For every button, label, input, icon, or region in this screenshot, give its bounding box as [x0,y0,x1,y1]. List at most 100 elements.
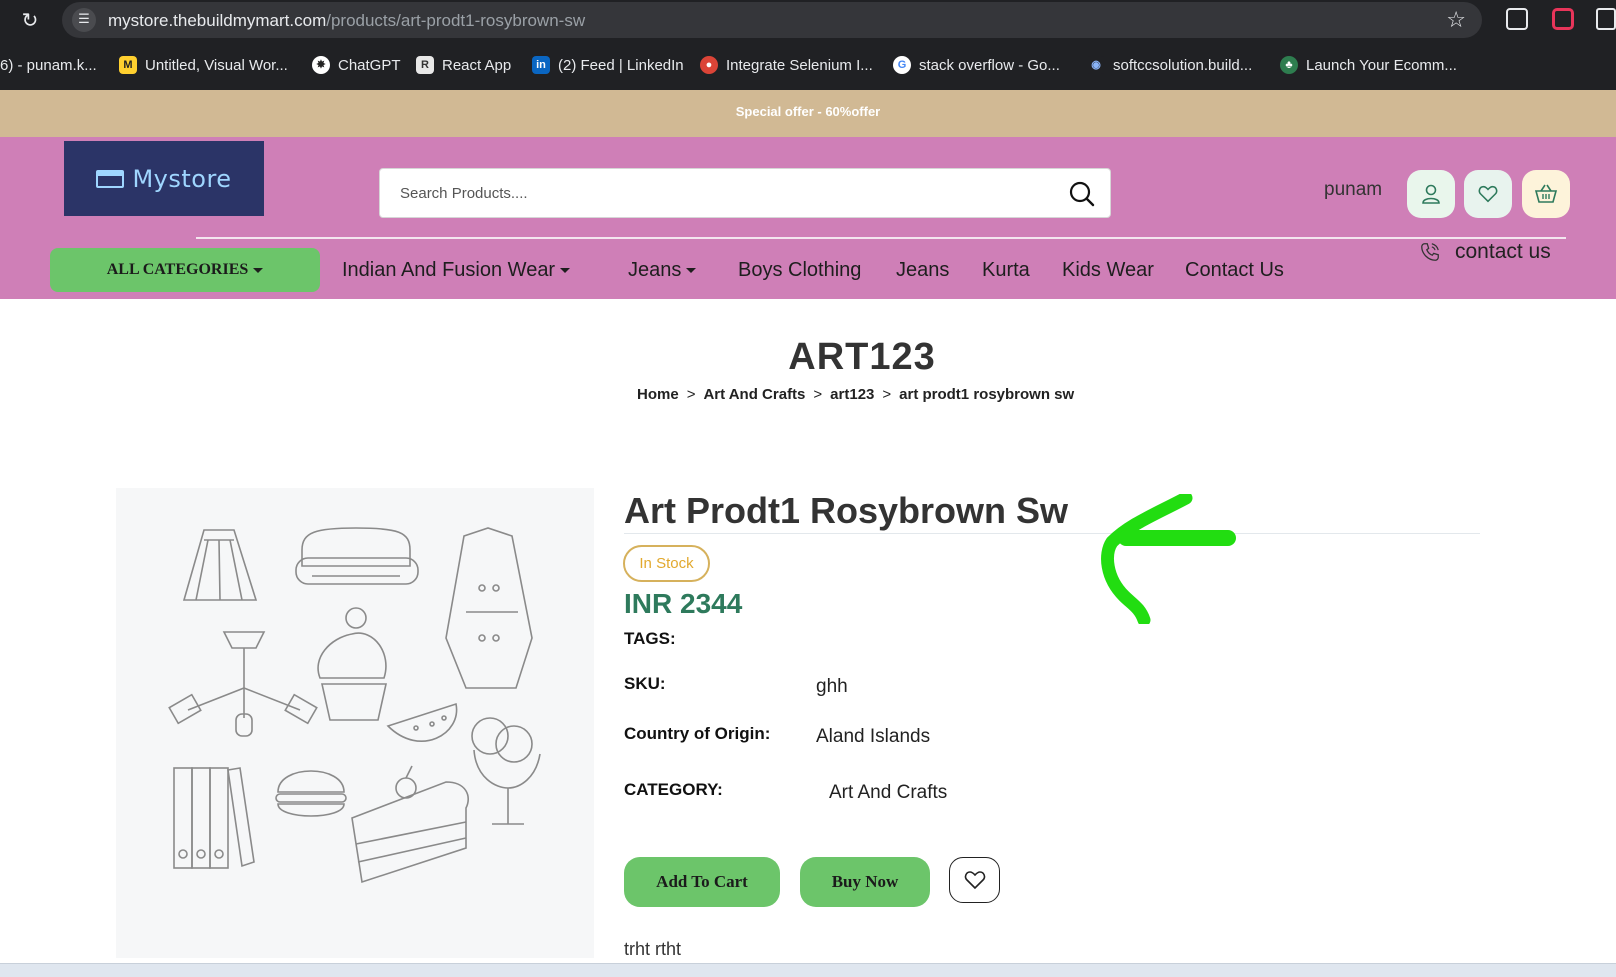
bookmarks-bar: 6) - punam.k... M Untitled, Visual Wor...… [0,40,1616,90]
bookmark-item[interactable]: ◉ softccsolution.build... [1087,54,1252,76]
bookmark-label: ChatGPT [338,56,401,74]
bookmark-label: stack overflow - Go... [919,56,1060,74]
logo-text: Mystore [132,164,232,193]
all-categories-button[interactable]: ALL CATEGORIES [50,248,320,292]
nav-item-kurta[interactable]: Kurta [982,259,1030,282]
bookmark-label: Untitled, Visual Wor... [145,56,288,74]
contact-label: contact us [1455,240,1551,263]
nav-label: Boys Clothing [738,259,862,281]
site-icon: ◉ [1087,56,1105,74]
contact-link[interactable]: contact us [1419,240,1551,264]
nav-label: Indian And Fusion Wear [342,259,556,281]
bookmark-item[interactable]: 6) - punam.k... [0,54,97,76]
os-taskbar [0,963,1616,977]
sku-label: SKU: [624,674,666,693]
extensions-puzzle-icon[interactable] [1596,8,1616,30]
breadcrumb: Home > Art And Crafts > art123 > art prodt1 ro… [637,386,1074,403]
add-to-cart-button[interactable]: Add To Cart [624,857,780,907]
search-icon[interactable] [1068,180,1096,208]
bookmark-label: (2) Feed | LinkedIn [558,56,684,74]
basket-icon [1534,184,1558,203]
url-text: mystore.thebuildmymart.com/products/art-… [108,11,585,31]
heart-icon [1478,185,1498,203]
bookmark-star-icon[interactable]: ☆ [1446,8,1466,33]
bookmark-item[interactable]: Gstack overflow - Go... [893,54,1060,76]
nav-label: Kurta [982,259,1030,281]
nav-item-indian-fusion-wear[interactable]: Indian And Fusion Wear [342,259,571,282]
nav-label: Jeans [896,259,950,281]
phone-icon [1421,243,1439,261]
bookmark-item[interactable]: R React App [416,54,511,76]
bookmark-item[interactable]: in (2) Feed | LinkedIn [532,54,684,76]
address-bar[interactable]: ☰ mystore.thebuildmymart.com/products/ar… [62,2,1482,38]
category-label: CATEGORY: [624,780,723,799]
header-divider [196,237,1566,239]
username[interactable]: punam [1324,179,1382,201]
browser-toolbar: ↻ ☰ mystore.thebuildmymart.com/products/… [0,0,1616,40]
nav-label: Jeans [628,259,682,281]
category-value[interactable]: Art And Crafts [829,782,947,804]
bookmark-label: Launch Your Ecomm... [1306,56,1457,74]
breadcrumb-separator-icon: > [686,386,696,403]
nav-item-jeans-dropdown[interactable]: Jeans [628,259,697,282]
chevron-down-icon [560,268,571,274]
nav-item-kids-wear[interactable]: Kids Wear [1062,259,1154,282]
search-input[interactable] [400,181,1040,205]
url-path: /products/art-prodt1-rosybrown-sw [326,11,586,30]
breadcrumb-home[interactable]: Home [637,386,679,403]
store-awning-icon [96,169,125,188]
product-price: INR 2344 [624,588,743,619]
nav-label: Contact Us [1185,259,1284,281]
linkedin-icon: in [532,56,550,74]
extension-icon[interactable] [1506,8,1528,30]
breadcrumb-subcategory[interactable]: art123 [830,386,874,403]
nav-label: Kids Wear [1062,259,1154,281]
site-header: Mystore punam ALL CATEGORIES Indian And … [0,137,1616,299]
add-to-wishlist-button[interactable] [949,857,1000,903]
origin-value: Aland Islands [816,726,931,747]
product-divider [624,533,1480,534]
annotation-arrow-icon [1101,494,1236,624]
cart-button[interactable] [1522,170,1570,218]
bookmark-label: Integrate Selenium I... [726,56,873,74]
nav-item-jeans[interactable]: Jeans [896,259,949,282]
page-title: ART123 [788,336,936,378]
buy-now-button[interactable]: Buy Now [800,857,930,907]
extension-record-icon[interactable] [1552,8,1574,30]
origin-label: Country of Origin: [624,724,771,743]
product-image[interactable] [116,488,594,958]
breadcrumb-current: art prodt1 rosybrown sw [899,386,1075,403]
offer-banner: Special offer - 60%offer [0,90,1616,137]
tags-label: TAGS: [624,629,676,648]
stock-badge: In Stock [623,545,710,582]
bookmark-item[interactable]: ✸ ChatGPT [312,54,401,76]
store-logo[interactable]: Mystore [64,141,264,216]
reload-icon[interactable]: ↻ [18,8,42,32]
sku-value: ghh [816,676,848,697]
nav-item-contact-us[interactable]: Contact Us [1185,259,1284,282]
all-categories-label: ALL CATEGORIES [106,261,249,278]
chevron-down-icon [686,268,697,274]
breadcrumb-category[interactable]: Art And Crafts [703,386,805,403]
offer-text: Special offer - 60%offer [735,104,881,119]
react-app-icon: R [416,56,434,74]
art-craft-illustration [168,527,541,884]
product-name: Art Prodt1 Rosybrown Sw [624,490,1069,531]
bookmark-item[interactable]: M Untitled, Visual Wor... [119,54,288,76]
chevron-down-icon [253,267,264,273]
bookmark-label: 6) - punam.k... [0,56,97,74]
wishlist-button[interactable] [1464,170,1512,218]
nav-item-boys-clothing[interactable]: Boys Clothing [738,259,861,282]
store-icon: ♣ [1280,56,1298,74]
bookmark-item[interactable]: ♣ Launch Your Ecomm... [1280,54,1457,76]
bookmark-item[interactable]: ● Integrate Selenium I... [700,54,873,76]
google-icon: G [893,56,911,74]
breadcrumb-separator-icon: > [882,386,892,403]
bookmark-label: React App [442,56,512,74]
chrome-icon: ● [700,56,718,74]
chatgpt-icon: ✸ [312,56,330,74]
bookmark-label: softccsolution.build... [1113,56,1253,74]
breadcrumb-separator-icon: > [813,386,823,403]
site-info-icon[interactable]: ☰ [72,8,96,32]
account-button[interactable] [1407,170,1455,218]
